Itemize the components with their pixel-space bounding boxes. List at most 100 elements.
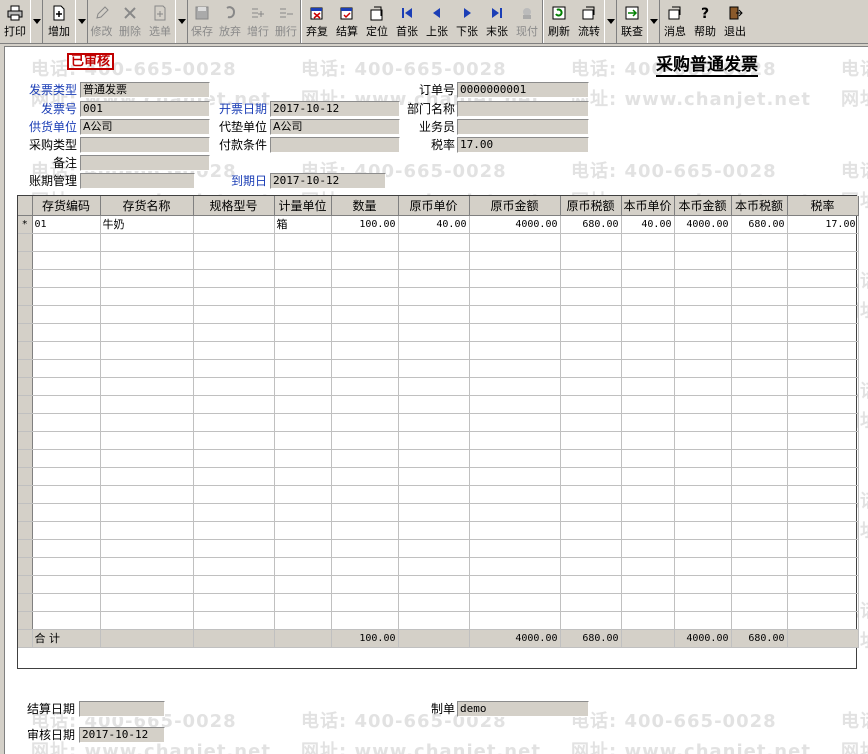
cell-orig_tax[interactable] bbox=[560, 557, 622, 576]
cell-unit[interactable] bbox=[274, 539, 332, 558]
cell-local_tax[interactable] bbox=[731, 593, 788, 612]
cell-name[interactable] bbox=[100, 377, 194, 396]
cell-spec[interactable] bbox=[193, 251, 275, 270]
cell-spec[interactable] bbox=[193, 521, 275, 540]
cell-local_price[interactable] bbox=[621, 413, 675, 432]
column-header[interactable]: 税率 bbox=[787, 196, 859, 216]
cell-orig_price[interactable]: 40.00 bbox=[398, 215, 470, 234]
cell-tax_rate[interactable] bbox=[787, 377, 859, 396]
cell-orig_amount[interactable] bbox=[469, 485, 561, 504]
cell-unit[interactable] bbox=[274, 395, 332, 414]
cell-tax_rate[interactable] bbox=[787, 269, 859, 288]
period-field[interactable] bbox=[80, 173, 195, 189]
row-header[interactable] bbox=[18, 485, 33, 504]
cell-qty[interactable] bbox=[331, 593, 399, 612]
cell-orig_tax[interactable] bbox=[560, 395, 622, 414]
table-row[interactable] bbox=[18, 503, 859, 522]
column-header[interactable]: 存货编码 bbox=[32, 196, 101, 216]
cell-orig_price[interactable] bbox=[398, 449, 470, 468]
cell-spec[interactable] bbox=[193, 413, 275, 432]
advance-unit-field[interactable]: A公司 bbox=[270, 119, 400, 135]
table-row[interactable] bbox=[18, 395, 859, 414]
cell-local_price[interactable] bbox=[621, 359, 675, 378]
cell-unit[interactable] bbox=[274, 503, 332, 522]
cell-local_amount[interactable] bbox=[674, 395, 732, 414]
cell-orig_price[interactable] bbox=[398, 485, 470, 504]
cell-local_tax[interactable] bbox=[731, 413, 788, 432]
cell-name[interactable] bbox=[100, 575, 194, 594]
cell-spec[interactable] bbox=[193, 431, 275, 450]
cell-code[interactable] bbox=[32, 323, 101, 342]
cell-qty[interactable] bbox=[331, 305, 399, 324]
cell-orig_amount[interactable] bbox=[469, 251, 561, 270]
cell-local_amount[interactable] bbox=[674, 521, 732, 540]
row-header[interactable] bbox=[18, 341, 33, 360]
cell-local_tax[interactable] bbox=[731, 521, 788, 540]
invoice-date-field[interactable]: 2017-10-12 bbox=[270, 101, 400, 117]
cell-name[interactable] bbox=[100, 287, 194, 306]
cell-orig_tax[interactable] bbox=[560, 539, 622, 558]
cell-orig_price[interactable] bbox=[398, 575, 470, 594]
cell-spec[interactable] bbox=[193, 395, 275, 414]
cell-unit[interactable] bbox=[274, 521, 332, 540]
cell-spec[interactable] bbox=[193, 449, 275, 468]
cell-local_price[interactable] bbox=[621, 611, 675, 630]
cell-unit[interactable] bbox=[274, 467, 332, 486]
row-header[interactable] bbox=[18, 287, 33, 306]
cell-orig_tax[interactable] bbox=[560, 593, 622, 612]
cell-name[interactable]: 牛奶 bbox=[100, 215, 194, 234]
row-header[interactable] bbox=[18, 503, 33, 522]
cell-name[interactable] bbox=[100, 539, 194, 558]
cell-orig_amount[interactable] bbox=[469, 431, 561, 450]
table-row[interactable] bbox=[18, 287, 859, 306]
cell-orig_amount[interactable] bbox=[469, 269, 561, 288]
cell-local_amount[interactable] bbox=[674, 503, 732, 522]
toolbar-button-save[interactable]: 保存 bbox=[188, 0, 216, 43]
cell-local_tax[interactable] bbox=[731, 305, 788, 324]
cell-code[interactable] bbox=[32, 539, 101, 558]
cell-spec[interactable] bbox=[193, 323, 275, 342]
toolbar-button-message[interactable]: 消息 bbox=[660, 0, 690, 43]
cell-local_amount[interactable] bbox=[674, 305, 732, 324]
purchase-type-field[interactable] bbox=[80, 137, 210, 153]
cell-tax_rate[interactable] bbox=[787, 539, 859, 558]
cell-code[interactable] bbox=[32, 449, 101, 468]
cell-unit[interactable]: 箱 bbox=[274, 215, 332, 234]
chevron-down-icon[interactable] bbox=[604, 0, 617, 43]
cell-orig_price[interactable] bbox=[398, 503, 470, 522]
cell-local_price[interactable] bbox=[621, 539, 675, 558]
row-header[interactable] bbox=[18, 251, 33, 270]
cell-local_amount[interactable] bbox=[674, 485, 732, 504]
table-row[interactable] bbox=[18, 557, 859, 576]
cell-code[interactable] bbox=[32, 575, 101, 594]
cell-local_amount[interactable] bbox=[674, 233, 732, 252]
row-header[interactable] bbox=[18, 233, 33, 252]
toolbar-button-first-record[interactable]: 首张 bbox=[392, 0, 422, 43]
cell-unit[interactable] bbox=[274, 449, 332, 468]
table-row[interactable] bbox=[18, 323, 859, 342]
cell-local_amount[interactable] bbox=[674, 377, 732, 396]
row-header[interactable] bbox=[18, 521, 33, 540]
column-header[interactable]: 计量单位 bbox=[274, 196, 332, 216]
row-header[interactable] bbox=[18, 413, 33, 432]
cell-name[interactable] bbox=[100, 521, 194, 540]
cell-orig_tax[interactable] bbox=[560, 323, 622, 342]
cell-orig_price[interactable] bbox=[398, 377, 470, 396]
cell-local_price[interactable] bbox=[621, 287, 675, 306]
cell-code[interactable] bbox=[32, 521, 101, 540]
cell-orig_amount[interactable] bbox=[469, 521, 561, 540]
cell-code[interactable] bbox=[32, 611, 101, 630]
toolbar-button-help[interactable]: ? 帮助 bbox=[690, 0, 720, 43]
cell-spec[interactable] bbox=[193, 233, 275, 252]
cell-tax_rate[interactable] bbox=[787, 521, 859, 540]
cell-spec[interactable] bbox=[193, 377, 275, 396]
table-row[interactable] bbox=[18, 449, 859, 468]
cell-qty[interactable] bbox=[331, 503, 399, 522]
department-field[interactable] bbox=[457, 101, 589, 117]
cell-orig_amount[interactable] bbox=[469, 539, 561, 558]
cell-local_price[interactable] bbox=[621, 395, 675, 414]
cell-orig_price[interactable] bbox=[398, 611, 470, 630]
cell-qty[interactable] bbox=[331, 251, 399, 270]
row-header[interactable] bbox=[18, 431, 33, 450]
cell-qty[interactable] bbox=[331, 431, 399, 450]
